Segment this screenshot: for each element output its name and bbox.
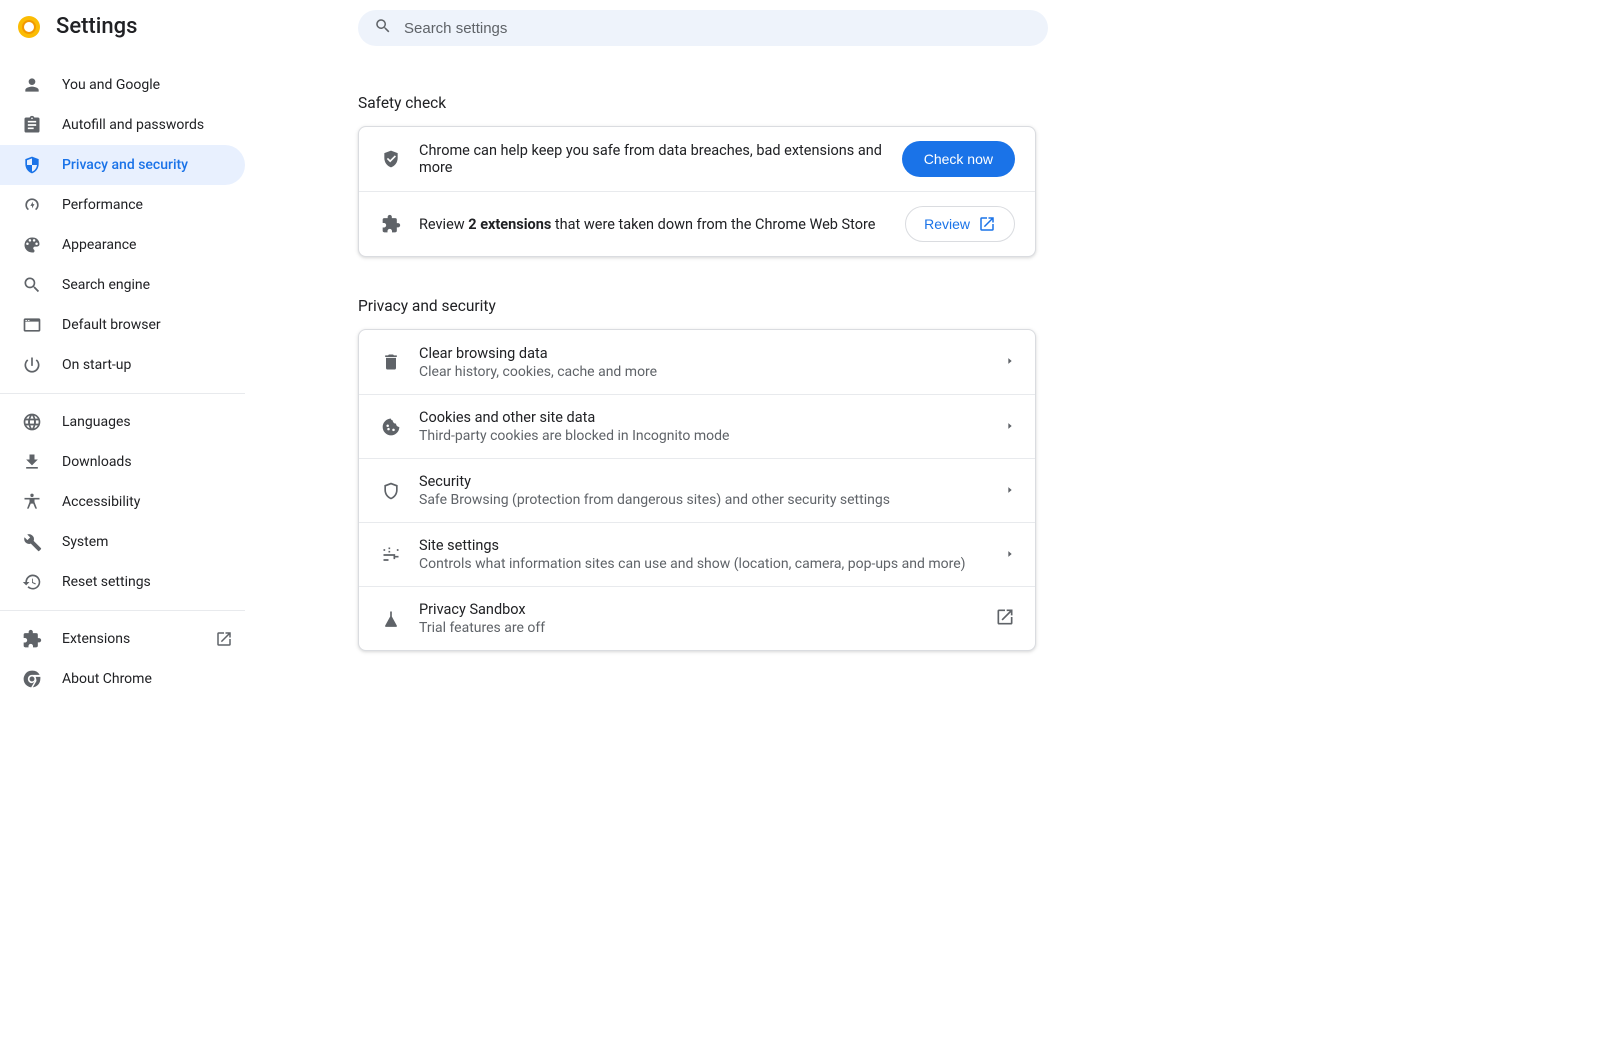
open-in-new-icon [995,607,1015,631]
safety-check-card: Chrome can help keep you safe from data … [358,126,1036,257]
clear-browsing-data-row[interactable]: Clear browsing data Clear history, cooki… [359,330,1035,394]
sidebar-item-reset[interactable]: Reset settings [0,562,245,602]
row-title: Cookies and other site data [419,409,987,426]
search-icon [374,17,392,39]
sidebar-item-about[interactable]: About Chrome [0,659,245,699]
app-title: Settings [56,14,137,39]
site-settings-row[interactable]: Site settings Controls what information … [359,522,1035,586]
privacy-sandbox-row[interactable]: Privacy Sandbox Trial features are off [359,586,1035,650]
row-title: Privacy Sandbox [419,601,977,618]
extension-icon [381,214,401,234]
sidebar-item-label: Appearance [62,237,136,253]
sidebar: Settings You and Google Autofill and pas… [0,0,245,1052]
clipboard-icon [22,115,42,135]
divider [0,393,245,394]
chevron-right-icon [1005,419,1015,435]
main-content: Safety check Chrome can help keep you sa… [245,0,1600,1052]
trash-icon [381,352,401,372]
sidebar-item-label: Performance [62,197,143,213]
chevron-right-icon [1005,547,1015,563]
open-in-new-icon [978,215,996,233]
safety-check-text: Chrome can help keep you safe from data … [419,142,884,176]
sidebar-item-you-and-google[interactable]: You and Google [0,65,245,105]
sidebar-item-autofill[interactable]: Autofill and passwords [0,105,245,145]
row-title: Clear browsing data [419,345,987,362]
row-subtitle: Safe Browsing (protection from dangerous… [419,492,987,508]
sidebar-item-privacy-security[interactable]: Privacy and security [0,145,245,185]
row-subtitle: Controls what information sites can use … [419,556,987,572]
sidebar-item-on-startup[interactable]: On start-up [0,345,245,385]
sidebar-item-label: Search engine [62,277,150,293]
sidebar-item-system[interactable]: System [0,522,245,562]
search-input[interactable] [404,20,1032,37]
sidebar-item-label: Privacy and security [62,157,188,173]
sidebar-item-label: Languages [62,414,131,430]
sidebar-item-default-browser[interactable]: Default browser [0,305,245,345]
sidebar-item-label: Reset settings [62,574,151,590]
shield-outline-icon [381,481,401,501]
sidebar-item-performance[interactable]: Performance [0,185,245,225]
palette-icon [22,235,42,255]
safety-check-heading: Safety check [358,94,1600,112]
review-button-label: Review [924,216,970,232]
privacy-card: Clear browsing data Clear history, cooki… [358,329,1036,651]
cookies-row[interactable]: Cookies and other site data Third-party … [359,394,1035,458]
chevron-right-icon [1005,483,1015,499]
sidebar-item-accessibility[interactable]: Accessibility [0,482,245,522]
search-icon [22,275,42,295]
chrome-icon [22,669,42,689]
sidebar-item-label: You and Google [62,77,160,93]
row-title: Security [419,473,987,490]
restore-icon [22,572,42,592]
sidebar-item-label: Extensions [62,631,130,647]
sidebar-item-downloads[interactable]: Downloads [0,442,245,482]
speedometer-icon [22,195,42,215]
security-row[interactable]: Security Safe Browsing (protection from … [359,458,1035,522]
chrome-logo-icon [18,16,40,38]
sidebar-item-search-engine[interactable]: Search engine [0,265,245,305]
download-icon [22,452,42,472]
accessibility-icon [22,492,42,512]
safety-check-row: Chrome can help keep you safe from data … [359,127,1035,191]
shield-icon [22,155,42,175]
row-subtitle: Third-party cookies are blocked in Incog… [419,428,987,444]
header: Settings [0,14,245,65]
row-title: Site settings [419,537,987,554]
verified-shield-icon [381,149,401,169]
sidebar-item-label: Autofill and passwords [62,117,204,133]
person-icon [22,75,42,95]
review-extensions-text: Review 2 extensions that were taken down… [419,216,887,233]
sidebar-item-extensions[interactable]: Extensions [0,619,245,659]
privacy-heading: Privacy and security [358,297,1600,315]
sidebar-item-languages[interactable]: Languages [0,402,245,442]
flask-icon [381,609,401,629]
globe-icon [22,412,42,432]
sidebar-item-label: Accessibility [62,494,140,510]
power-icon [22,355,42,375]
sidebar-item-label: System [62,534,108,550]
search-box[interactable] [358,10,1048,46]
check-now-button[interactable]: Check now [902,141,1015,177]
open-in-new-icon [215,630,233,648]
sidebar-item-appearance[interactable]: Appearance [0,225,245,265]
cookie-icon [381,417,401,437]
review-extensions-row: Review 2 extensions that were taken down… [359,191,1035,256]
review-button[interactable]: Review [905,206,1015,242]
extension-icon [22,629,42,649]
row-subtitle: Clear history, cookies, cache and more [419,364,987,380]
divider [0,610,245,611]
sidebar-item-label: About Chrome [62,671,152,687]
browser-icon [22,315,42,335]
row-subtitle: Trial features are off [419,620,977,636]
sidebar-item-label: Downloads [62,454,132,470]
chevron-right-icon [1005,354,1015,370]
sidebar-item-label: On start-up [62,357,131,373]
sidebar-item-label: Default browser [62,317,161,333]
wrench-icon [22,532,42,552]
tune-icon [381,545,401,565]
